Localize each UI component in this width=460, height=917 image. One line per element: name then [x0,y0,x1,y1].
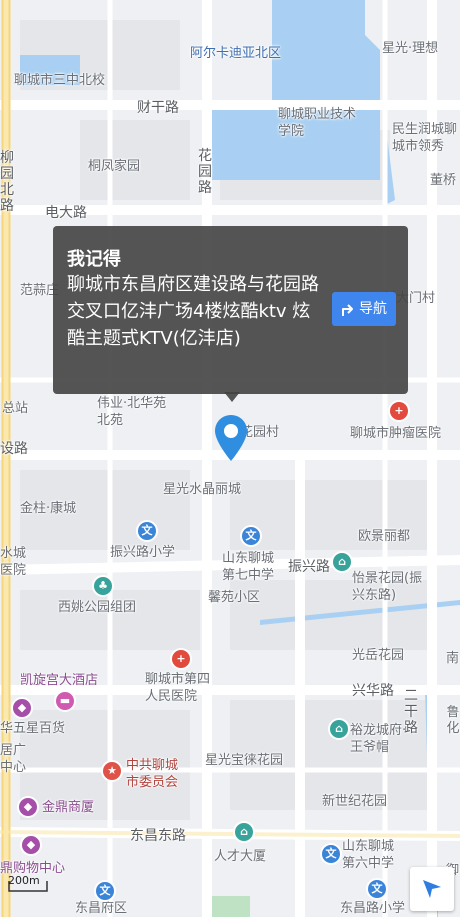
map-label: 华五星百货 [0,721,66,736]
building-icon[interactable]: ⌂ [235,823,253,841]
road-label: 振兴路 [288,559,330,575]
map-label: 凯旋宫大酒店 [20,673,99,688]
map-label: 西姚公园组团 [58,600,137,615]
map-label: 欧景丽都 [358,529,411,544]
map-label: 桐凤家园 [88,159,141,174]
map-label: 总站 [2,401,29,416]
place-name: 我记得 [67,249,121,270]
map-label: 金柱·康城 [20,501,77,516]
map-label: 山东聊城第六中学 [342,839,395,871]
map-label: 馨苑小区 [208,590,261,605]
navigate-button[interactable]: 导航 [332,292,396,326]
map-label: 星光水晶丽城 [163,482,242,497]
map-label: 东昌路小学 [340,901,406,916]
navigation-arrow-icon [423,880,441,898]
map-label: 阿尔卡迪亚北区 [190,46,282,61]
hospital-icon[interactable]: + [172,650,190,668]
school-icon[interactable]: 文 [322,845,340,863]
park-icon[interactable]: ♣ [94,577,112,595]
shopping-icon[interactable]: ◆ [13,699,31,717]
road-label: 电大路 [45,205,87,221]
road-label: 柳园北路 [0,150,14,214]
road-label: 花园路 [198,148,212,196]
location-pin-icon[interactable] [214,414,248,462]
hotel-icon[interactable]: ▬ [56,692,74,710]
school-icon[interactable]: 文 [138,522,156,540]
map-label: 南 [446,651,460,666]
navigate-label: 导航 [359,301,387,317]
map-label: 聊城市肿瘤医院 [350,426,442,441]
government-icon[interactable]: ★ [103,762,121,780]
map-label: 医院 [0,563,27,578]
map-label: 聊城职业技术学院 [278,107,357,139]
map-label: 民生润城聊城市领秀 [392,122,458,154]
place-address: 聊城市东昌府区建设路与花园路交叉口亿沣广场4楼炫酷ktv 炫酷主题式KTV(亿沣… [67,274,319,349]
map-label: 星光·理想 [382,41,439,56]
shopping-icon[interactable]: ◆ [19,798,37,816]
road-label: 兴华路 [352,683,394,699]
map-label: 董桥 [430,173,457,188]
map-label: 人才大厦 [214,849,267,864]
map-label: 东昌府区 [75,901,128,916]
map-label: 聊城市第四人民医院 [145,672,211,704]
popup-tail [224,392,240,402]
road-label: 东昌东路 [130,828,186,844]
map-label: 中共聊城市委员会 [126,758,179,790]
map-label: 光岳花园 [352,648,405,663]
shopping-icon[interactable]: ◆ [22,836,40,854]
my-location-button[interactable] [410,867,454,911]
map-label: 鲁化 [446,705,460,736]
route-icon [342,304,353,316]
place-info-popup[interactable]: 我记得 聊城市东昌府区建设路与花园路交叉口亿沣广场4楼炫酷ktv 炫酷主题式KT… [53,226,408,394]
map-label: 裕龙城府·王爷帽 [350,723,407,755]
map-label: 居广中心 [0,743,27,775]
map-label: 金鼎商厦 [42,800,95,815]
map-label: 水城 [0,546,27,561]
school-icon[interactable]: 文 [96,882,114,900]
map-label: 伟业·北华苑北苑 [97,396,167,428]
map-label: 星光宝徕花园 [205,753,284,768]
map-label: 怡景花园(振兴东路) [352,571,423,603]
scale-label: 200m [8,874,40,887]
residential-icon[interactable]: ⌂ [333,553,351,571]
residential-icon[interactable]: ⌂ [330,720,348,738]
road-label: 财干路 [137,100,179,116]
school-icon[interactable]: 文 [242,527,260,545]
school-icon[interactable]: 文 [368,880,386,898]
map-label: 山东聊城第七中学 [222,551,275,583]
map-label: 振兴路小学 [110,545,176,560]
hospital-icon[interactable]: + [390,402,408,420]
map-label: 聊城市三中北校 [14,73,106,88]
map-label: 新世纪花园 [322,794,388,809]
road-label: 设路 [0,441,28,457]
